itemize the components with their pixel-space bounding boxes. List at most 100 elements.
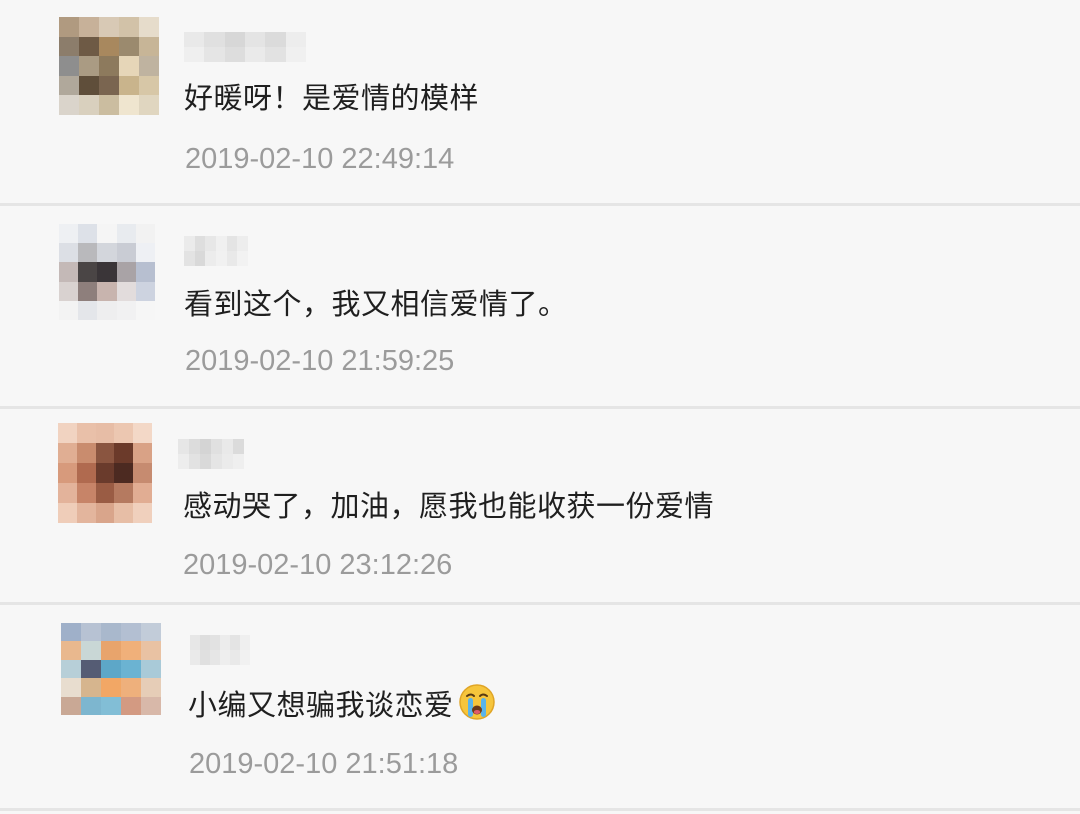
avatar-pixel [135,224,155,244]
avatar-pixel [59,281,79,301]
avatar-pixel [97,300,117,320]
nickname-pixel [226,251,238,266]
nickname-pixel [237,236,248,251]
nickname-pixel [230,635,240,650]
avatar-pixel [79,75,99,96]
nickname-pixel [184,251,195,266]
avatar-pixel [95,443,115,463]
comment-timestamp: 2019-02-10 21:51:18 [189,748,459,780]
nickname-pixel [245,47,266,62]
avatar[interactable] [61,623,161,715]
nickname-pixel [233,454,244,469]
nickname-pixel [194,236,206,251]
avatar-pixel [119,36,139,57]
comment-item[interactable]: 小编又想骗我谈恋爱 2019-02-10 21:51:18 [0,605,1080,808]
nickname-pixel [285,32,306,47]
avatar-pixel [79,56,99,76]
avatar-pixel [61,696,81,715]
comment-text: 好暖呀！是爱情的模样 [184,81,480,115]
avatar-pixel [141,641,161,660]
nickname-pixel [245,32,266,47]
crying-face-emoji [458,683,496,731]
nickname-pixel [220,650,230,665]
nickname-blurred[interactable] [190,635,250,665]
avatar-pixel [119,17,139,37]
avatar-pixel [135,262,155,282]
avatar-pixel [99,75,119,96]
avatar[interactable] [59,17,159,115]
comment-item[interactable]: 看到这个，我又相信爱情了。 2019-02-10 21:59:25 [0,206,1080,406]
avatar-pixel [116,243,136,263]
avatar-pixel [58,443,77,463]
nickname-pixel [220,635,230,650]
avatar[interactable] [59,224,155,320]
nickname-pixel [205,251,216,266]
avatar-pixel [114,443,134,463]
nickname-pixel [200,650,210,665]
nickname-blurred[interactable] [178,439,244,469]
nickname-pixel [210,650,220,665]
avatar-pixel [139,75,159,96]
nickname-blurred[interactable] [184,32,306,62]
avatar-pixel [81,623,101,642]
avatar-pixel [76,483,96,503]
comment-item[interactable]: 好暖呀！是爱情的模样 2019-02-10 22:49:14 [0,0,1080,203]
nickname-pixel [200,454,211,469]
avatar[interactable] [58,423,152,523]
nickname-pixel [222,454,233,469]
avatar-pixel [121,641,141,660]
avatar-pixel [78,243,98,263]
avatar-pixel [114,503,134,523]
avatar-pixel [101,696,121,715]
avatar-pixel [99,56,119,76]
nickname-pixel [216,251,227,266]
avatar-pixel [81,641,101,660]
avatar-pixel [95,503,115,523]
nickname-pixel [189,454,200,469]
avatar-pixel [97,262,117,282]
avatar-pixel [95,423,115,443]
avatar-pixel [61,678,81,697]
comment-text-content: 小编又想骗我谈恋爱 [188,688,454,722]
avatar-pixel [97,281,117,301]
avatar-pixel [121,623,141,642]
nickname-pixel [224,47,245,62]
avatar-pixel [78,281,98,301]
nickname-blurred[interactable] [184,236,248,266]
avatar-pixel [76,503,96,523]
avatar-pixel [133,503,152,523]
comment-timestamp: 2019-02-10 23:12:26 [183,549,453,581]
avatar-pixel [78,224,98,244]
avatar-pixel [59,75,79,96]
avatar-pixel [133,443,152,463]
avatar-pixel [97,243,117,263]
avatar-pixel [59,224,79,244]
comment-item[interactable]: 感动哭了，加油，愿我也能收获一份爱情 2019-02-10 23:12:26 [0,409,1080,602]
avatar-pixel [133,483,152,503]
comment-timestamp: 2019-02-10 22:49:14 [185,143,455,175]
nickname-pixel [210,635,220,650]
avatar-pixel [78,300,98,320]
nickname-pixel [190,635,200,650]
avatar-pixel [119,95,139,115]
avatar-pixel [95,483,115,503]
avatar-pixel [135,243,155,263]
avatar-pixel [114,463,134,483]
avatar-pixel [119,56,139,76]
avatar-pixel [61,623,81,642]
avatar-pixel [116,300,136,320]
nickname-pixel [184,236,195,251]
comment-text: 感动哭了，加油，愿我也能收获一份爱情 [183,489,715,523]
avatar-pixel [135,300,155,320]
avatar-pixel [99,95,119,115]
nickname-pixel [224,32,245,47]
avatar-pixel [58,483,77,503]
avatar-pixel [59,243,79,263]
avatar-pixel [116,224,136,244]
nickname-pixel [240,635,250,650]
nickname-pixel [194,251,206,266]
nickname-pixel [200,439,211,454]
avatar-pixel [59,36,79,57]
nickname-pixel [226,236,238,251]
avatar-pixel [101,659,121,679]
